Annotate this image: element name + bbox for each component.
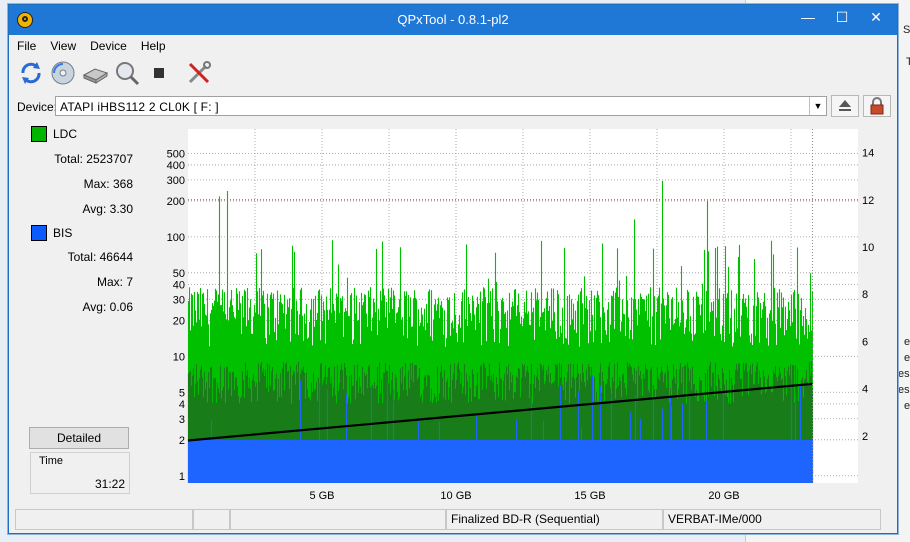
y2-tick-label: 8 xyxy=(862,289,868,301)
ldc-avg: Avg: 3.30 xyxy=(82,202,133,216)
x-tick-label: 20 GB xyxy=(708,490,739,499)
menu-help[interactable]: Help xyxy=(133,37,172,55)
scan-chart: 1 2 3 4 5 10 20 30 40 50 100 200 300 400 500 2 4 6 8 10 12 14… xyxy=(142,125,888,502)
device-select[interactable]: ATAPI iHBS112 2 CL0K [ F: ] ▼ xyxy=(55,96,827,116)
eject-button[interactable] xyxy=(831,95,859,117)
device-info-button[interactable] xyxy=(81,59,109,87)
background-text: e xyxy=(904,400,910,412)
y2-tick-label: 14 xyxy=(862,148,874,160)
menu-view[interactable]: View xyxy=(42,37,82,55)
y-tick-label: 1 xyxy=(179,471,185,483)
bis-max: Max: 7 xyxy=(96,275,133,289)
media-info-button[interactable] xyxy=(49,59,77,87)
detailed-button[interactable]: Detailed xyxy=(29,427,129,449)
y2-tick-label: 12 xyxy=(862,195,874,207)
tools-icon xyxy=(188,61,211,84)
stop-icon xyxy=(154,68,164,78)
y-tick-label: 4 xyxy=(179,399,185,411)
chevron-down-icon[interactable]: ▼ xyxy=(809,97,826,115)
background-text: T xyxy=(906,56,910,68)
y-tick-label: 200 xyxy=(167,196,185,208)
x-tick-label: 15 GB xyxy=(574,490,605,499)
y-tick-label: 2 xyxy=(179,435,185,447)
background-text: e xyxy=(904,336,910,348)
scan-button[interactable] xyxy=(113,59,141,87)
settings-button[interactable] xyxy=(185,59,213,87)
y-tick-label: 40 xyxy=(173,279,185,291)
y-tick-label: 30 xyxy=(173,294,185,306)
drive-icon xyxy=(82,68,109,84)
magnifier-icon xyxy=(116,62,140,86)
bis-color-swatch xyxy=(31,225,47,241)
refresh-button[interactable] xyxy=(17,59,45,87)
y-tick-label: 5 xyxy=(179,387,185,399)
status-cell-blank xyxy=(230,509,446,530)
status-media-id: VERBAT-IMe/000 xyxy=(663,509,881,530)
minimize-button[interactable]: — xyxy=(791,5,825,31)
y2-tick-label: 10 xyxy=(862,242,874,254)
y-tick-label: 500 xyxy=(167,148,185,160)
y-tick-label: 20 xyxy=(173,315,185,327)
disc-icon xyxy=(51,61,75,85)
ldc-label: LDC xyxy=(53,127,78,141)
status-media-type: Finalized BD-R (Sequential) xyxy=(446,509,663,530)
status-cell-2 xyxy=(193,509,230,530)
y2-tick-label: 4 xyxy=(862,384,868,396)
device-label: Device: xyxy=(17,100,58,114)
status-bar: Finalized BD-R (Sequential) VERBAT-IMe/0… xyxy=(9,509,897,531)
menu-file[interactable]: File xyxy=(9,37,42,55)
device-select-value: ATAPI iHBS112 2 CL0K [ F: ] xyxy=(60,100,219,114)
time-value: 31:22 xyxy=(94,477,125,491)
maximize-button[interactable]: ☐ xyxy=(825,5,859,31)
window-title: QPxTool - 0.8.1-pl2 xyxy=(397,12,509,27)
background-text: es xyxy=(898,368,910,380)
ldc-max: Max: 368 xyxy=(83,177,133,191)
lock-button[interactable] xyxy=(863,95,891,117)
bis-label: BIS xyxy=(53,226,73,240)
x-tick-label: 5 GB xyxy=(309,490,334,499)
ldc-total: Total: 2523707 xyxy=(54,152,133,166)
y2-tick-label: 2 xyxy=(862,431,868,443)
y-tick-label: 400 xyxy=(167,160,185,172)
qpxtool-window: QPxTool - 0.8.1-pl2 — ☐ ✕ File View Device… xyxy=(8,4,898,534)
menu-device[interactable]: Device xyxy=(82,37,133,55)
bis-total: Total: 46644 xyxy=(67,250,133,264)
eject-icon xyxy=(839,100,851,111)
background-text: e xyxy=(904,352,910,364)
stop-button[interactable] xyxy=(145,59,173,87)
chart-svg: 1234510203040501002003004005002468101214… xyxy=(167,129,874,502)
x-tick-label: 10 GB xyxy=(440,490,471,499)
refresh-icon xyxy=(21,62,41,84)
close-button[interactable]: ✕ xyxy=(859,5,893,31)
background-text: es xyxy=(898,384,910,396)
y-tick-label: 50 xyxy=(173,268,185,280)
y-tick-label: 300 xyxy=(167,175,185,187)
y-tick-label: 10 xyxy=(173,351,185,363)
time-label: Time xyxy=(39,455,64,467)
device-row: Device: ATAPI iHBS112 2 CL0K [ F: ] ▼ xyxy=(9,95,897,119)
ldc-color-swatch xyxy=(31,126,47,142)
lock-icon xyxy=(870,97,884,115)
y2-tick-label: 6 xyxy=(862,336,868,348)
bis-avg: Avg: 0.06 xyxy=(82,300,133,314)
background-text: S xyxy=(903,24,910,36)
title-bar[interactable]: QPxTool - 0.8.1-pl2 — ☐ ✕ xyxy=(9,5,897,35)
y-tick-label: 3 xyxy=(179,414,185,426)
status-cell-1 xyxy=(15,509,193,530)
y-tick-label: 100 xyxy=(167,232,185,244)
time-box: Time 31:22 xyxy=(30,452,130,494)
menu-bar: File View Device Help xyxy=(9,37,172,55)
